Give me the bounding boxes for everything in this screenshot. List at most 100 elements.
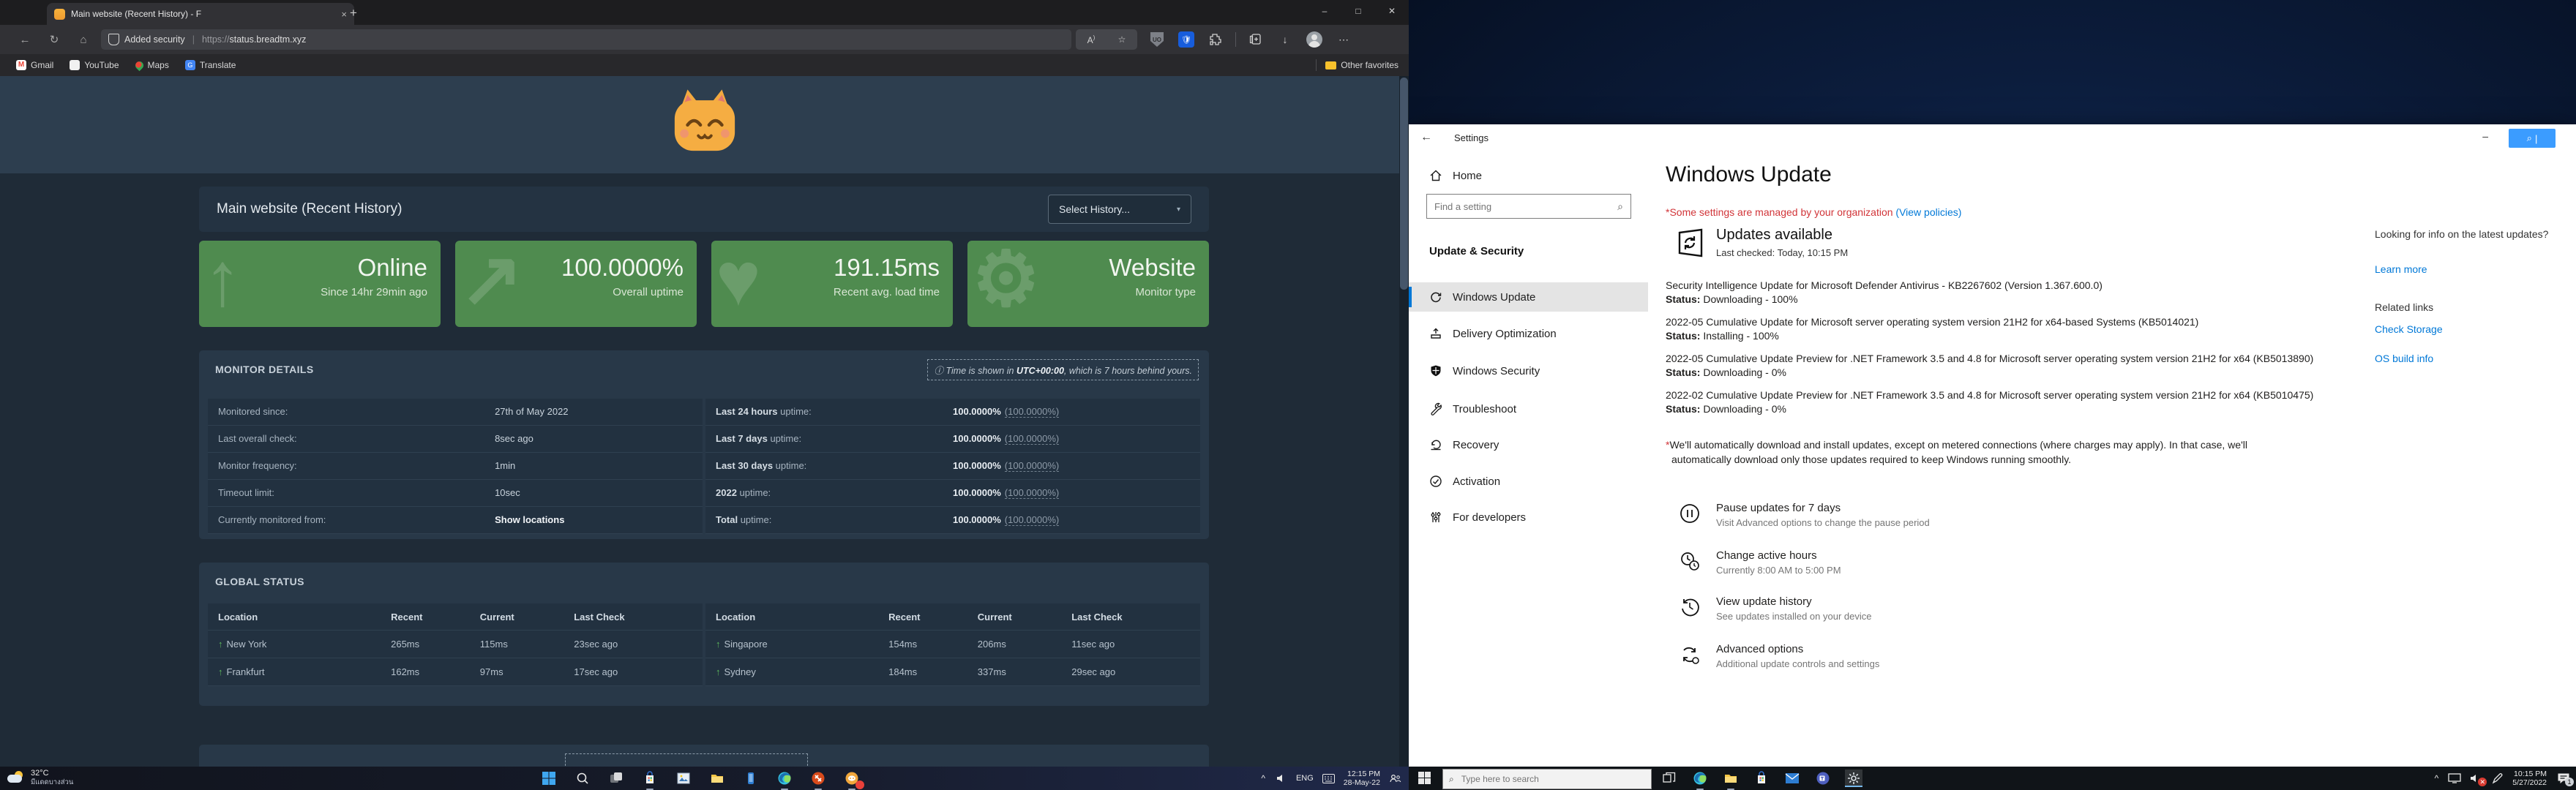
- page-title: Windows Update: [1666, 162, 1832, 187]
- network-icon[interactable]: [2448, 773, 2461, 783]
- browser-tabstrip: Main website (Recent History) - F × + – …: [0, 0, 1409, 25]
- task-view-button[interactable]: [607, 770, 625, 787]
- os-build-info-link[interactable]: OS build info: [2375, 353, 2433, 364]
- tile-uptime: ↗ 100.0000% Overall uptime: [455, 241, 697, 327]
- refresh-icon[interactable]: ↻: [40, 33, 69, 46]
- restore-button[interactable]: □: [1341, 0, 1375, 22]
- collections-icon[interactable]: [1246, 30, 1265, 49]
- pause-updates-action[interactable]: Pause updates for 7 days Visit Advanced …: [1716, 502, 1930, 528]
- discord-icon[interactable]: [843, 770, 861, 787]
- address-bar[interactable]: Added security | https://status.breadtm.…: [101, 29, 1071, 50]
- check-storage-link[interactable]: Check Storage: [2375, 323, 2443, 335]
- sidebar-item-recovery[interactable]: Recovery: [1409, 430, 1648, 459]
- global-status-title: GLOBAL STATUS: [215, 576, 304, 587]
- store-icon[interactable]: [1753, 770, 1770, 787]
- file-explorer-icon[interactable]: [708, 770, 726, 787]
- downloads-icon[interactable]: ↓: [1276, 30, 1295, 49]
- bookmark-maps[interactable]: Maps: [135, 60, 169, 70]
- page-scrollbar[interactable]: [1399, 76, 1409, 767]
- tab-close-icon[interactable]: ×: [341, 9, 347, 20]
- advanced-options-action[interactable]: Advanced options Additional update contr…: [1716, 643, 1879, 669]
- action-center-icon[interactable]: 1: [2557, 772, 2570, 784]
- favorite-star-icon[interactable]: ☆: [1118, 34, 1126, 45]
- location-row: ↑New York265ms115ms23sec ago: [208, 631, 703, 658]
- remote-desktop-icon[interactable]: [809, 770, 827, 787]
- sidebar-item-troubleshoot[interactable]: Troubleshoot: [1409, 394, 1648, 424]
- show-locations-link[interactable]: Show locations: [495, 514, 564, 525]
- settings-window: ← Settings – ⌕| Home ⌕ Update & Security…: [1409, 124, 2576, 767]
- find-a-setting-input[interactable]: [1427, 201, 1617, 212]
- sidebar-item-for-developers[interactable]: For developers: [1409, 503, 1648, 532]
- update-history-icon: [1678, 595, 1701, 619]
- clock-left[interactable]: 12:15 PM28-May-22: [1344, 770, 1380, 787]
- weather-widget[interactable]: 32°Cมีแดดบางส่วน: [7, 769, 73, 786]
- bookmark-gmail[interactable]: M Gmail: [16, 60, 53, 70]
- tray-chevron-up-icon[interactable]: ^: [2435, 773, 2439, 783]
- tray-chevron-up-icon[interactable]: ^: [1261, 773, 1265, 783]
- close-button[interactable]: ✕: [1375, 0, 1409, 22]
- read-aloud-icon[interactable]: A): [1087, 34, 1096, 45]
- search-highlight-box[interactable]: ⌕|: [2509, 129, 2556, 148]
- back-icon[interactable]: ←: [10, 34, 40, 46]
- bitwarden-extension-icon[interactable]: 🛡: [1177, 30, 1196, 49]
- sidebar-section-title: Update & Security: [1429, 245, 1524, 257]
- details-table-left: Monitored since:27th of May 2022 Last ov…: [208, 399, 703, 534]
- change-active-hours-action[interactable]: Change active hours Currently 8:00 AM to…: [1716, 549, 1841, 576]
- right-monitor: ← Settings – ⌕| Home ⌕ Update & Security…: [1409, 0, 2576, 790]
- volume-muted-icon[interactable]: ✕: [2470, 773, 2482, 783]
- store-icon[interactable]: [641, 770, 659, 787]
- select-history-dropdown[interactable]: Select History... ▾: [1048, 195, 1191, 224]
- taskbar-search-box[interactable]: ⌕: [1442, 769, 1652, 789]
- taskbar-search-input[interactable]: [1460, 773, 1651, 785]
- find-a-setting-search[interactable]: ⌕: [1426, 194, 1631, 219]
- edge-icon[interactable]: [776, 770, 793, 787]
- sidebar-item-delivery-optimization[interactable]: Delivery Optimization: [1409, 319, 1648, 348]
- settings-minimize-button[interactable]: –: [2482, 130, 2488, 142]
- extensions-puzzle-icon[interactable]: [1206, 30, 1225, 49]
- bookmarks-bar: M Gmail YouTube Maps G Translate Other f…: [0, 54, 1409, 76]
- learn-more-link[interactable]: Learn more: [2375, 263, 2427, 275]
- teams-icon[interactable]: [1814, 770, 1832, 787]
- view-update-history-action[interactable]: View update history See updates installe…: [1716, 595, 1871, 622]
- language-indicator[interactable]: ENG: [1296, 774, 1314, 783]
- new-tab-button[interactable]: +: [350, 6, 357, 20]
- search-button[interactable]: [574, 770, 591, 787]
- detail-row: Monitor frequency:1min: [208, 453, 703, 480]
- browser-menu-icon[interactable]: ⋯: [1334, 30, 1353, 49]
- start-button[interactable]: [1418, 771, 1431, 785]
- minimize-button[interactable]: –: [1308, 0, 1341, 22]
- view-policies-link[interactable]: (View policies): [1895, 206, 1961, 218]
- profile-avatar[interactable]: [1305, 30, 1324, 49]
- your-phone-icon[interactable]: [742, 770, 760, 787]
- scrollbar-thumb[interactable]: [1400, 78, 1408, 290]
- people-icon[interactable]: [1389, 773, 1401, 784]
- volume-icon[interactable]: [1276, 773, 1287, 783]
- site-favicon-icon: [54, 9, 65, 20]
- bookmark-translate[interactable]: G Translate: [185, 60, 236, 70]
- security-shield-icon: [108, 34, 119, 45]
- weather-condition: มีแดดบางส่วน: [31, 778, 73, 786]
- sidebar-item-windows-update[interactable]: Windows Update: [1409, 282, 1648, 312]
- other-favorites[interactable]: Other favorites: [1316, 59, 1399, 71]
- photos-icon[interactable]: [675, 770, 692, 787]
- translate-icon: G: [185, 60, 195, 70]
- task-view-button[interactable]: [1660, 770, 1678, 787]
- bookmark-youtube[interactable]: YouTube: [70, 60, 119, 70]
- update-item: Security Intelligence Update for Microso…: [1666, 279, 2103, 305]
- edge-icon[interactable]: [1691, 770, 1709, 787]
- sidebar-item-windows-security[interactable]: Windows Security: [1409, 356, 1648, 385]
- home-icon[interactable]: ⌂: [69, 34, 98, 46]
- ublock-extension-icon[interactable]: UO: [1147, 30, 1167, 49]
- settings-gear-icon[interactable]: [1845, 770, 1862, 787]
- sidebar-item-activation[interactable]: Activation: [1409, 467, 1648, 496]
- pen-icon[interactable]: [2492, 772, 2504, 784]
- keyboard-icon[interactable]: [1322, 774, 1335, 783]
- location-row: ↑Frankfurt162ms97ms17sec ago: [208, 658, 703, 686]
- mail-icon[interactable]: [1783, 770, 1801, 787]
- file-explorer-icon[interactable]: [1722, 770, 1740, 787]
- start-button[interactable]: [540, 770, 558, 787]
- browser-tab[interactable]: Main website (Recent History) - F ×: [47, 3, 354, 25]
- back-arrow-icon[interactable]: ←: [1420, 131, 1432, 144]
- sidebar-item-home[interactable]: Home: [1409, 161, 1648, 190]
- clock-right[interactable]: 10:15 PM5/27/2022: [2512, 770, 2547, 787]
